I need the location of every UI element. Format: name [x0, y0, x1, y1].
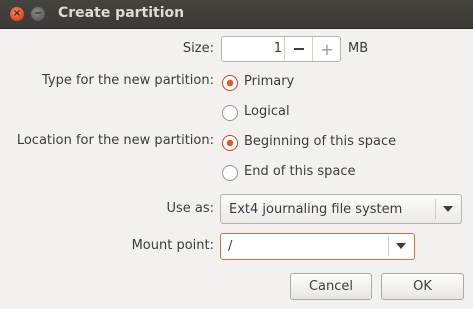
cancel-button[interactable]: Cancel [290, 273, 372, 300]
partition-location-label: Location for the new partition: [16, 133, 214, 148]
minus-icon [294, 48, 304, 50]
decrement-button[interactable] [284, 37, 313, 61]
size-unit: MB [348, 41, 369, 56]
radio-primary[interactable] [222, 75, 238, 91]
size-spinbutton: 1 + [221, 36, 341, 62]
use-as-dropdown[interactable]: Ext4 journaling file system [220, 194, 462, 224]
increment-button[interactable]: + [312, 37, 341, 61]
partition-type-label: Type for the new partition: [41, 73, 214, 88]
radio-end-label[interactable]: End of this space [244, 164, 356, 179]
mount-point-input[interactable]: / [228, 239, 232, 254]
radio-primary-label[interactable]: Primary [244, 74, 294, 89]
use-as-label: Use as: [166, 201, 214, 216]
close-icon[interactable]: × [10, 7, 24, 21]
use-as-value: Ext4 journaling file system [229, 202, 403, 217]
ok-button[interactable]: OK [381, 273, 464, 300]
plus-icon: + [320, 39, 334, 59]
radio-beginning-label[interactable]: Beginning of this space [244, 134, 396, 149]
title-bar: × − Create partition [0, 0, 473, 29]
mount-point-label: Mount point: [131, 238, 214, 253]
radio-beginning[interactable] [222, 135, 238, 151]
mount-point-combo: / [220, 233, 415, 260]
size-input[interactable]: 1 [222, 41, 282, 56]
dropdown-separator [435, 199, 436, 219]
window-title: Create partition [58, 5, 185, 21]
radio-logical-label[interactable]: Logical [244, 104, 290, 119]
size-label: Size: [182, 41, 214, 56]
minimize-icon[interactable]: − [31, 7, 45, 21]
dropdown-separator [388, 237, 389, 256]
radio-logical[interactable] [222, 105, 238, 121]
radio-end[interactable] [222, 165, 238, 181]
chevron-down-icon[interactable] [396, 243, 406, 249]
chevron-down-icon [443, 206, 453, 212]
